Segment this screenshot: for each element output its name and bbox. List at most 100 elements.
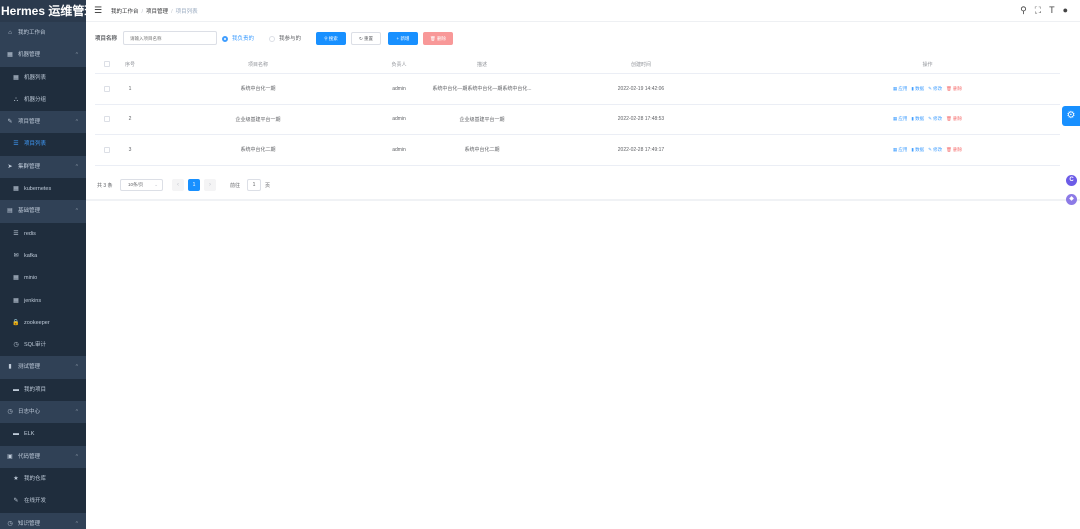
edit-action[interactable]: ✎ 修改 xyxy=(928,86,942,92)
data-action[interactable]: ▮ 数据 xyxy=(911,116,924,122)
sidebar-item-8[interactable]: ▤ 基础管理 ^ xyxy=(0,200,86,222)
chat-icon[interactable]: C xyxy=(1066,175,1077,186)
breadcrumb-item-project-mgmt[interactable]: 项目管理 xyxy=(146,9,168,15)
app-action-label: 应用 xyxy=(898,85,908,91)
sidebar-item-12[interactable]: ▦ jenkins xyxy=(0,289,86,312)
data-action[interactable]: ▮ 数据 xyxy=(911,147,924,153)
search-icon[interactable]: ⚲ xyxy=(1020,5,1027,15)
checkbox[interactable] xyxy=(104,116,110,123)
page-suffix: 页 xyxy=(265,183,271,189)
cell-created: 2022-02-28 17:48:53 xyxy=(617,116,665,123)
sidebar-item-15[interactable]: ▮ 测试管理 ^ xyxy=(0,356,86,378)
cell-desc: 系统中台化二期 xyxy=(464,147,500,154)
app-action[interactable]: ▦ 应用 xyxy=(893,116,908,122)
sidebar-item-6[interactable]: ➤ 集群管理 ^ xyxy=(0,156,86,178)
project-name-input[interactable] xyxy=(123,31,217,45)
delete-action[interactable]: 🗑 删除 xyxy=(946,116,962,122)
sidebar-item-20[interactable]: ★ 我的仓库 xyxy=(0,467,86,491)
radio-mine-label: 我负责的 xyxy=(232,36,255,42)
delete-action[interactable]: 🗑 删除 xyxy=(946,86,962,92)
sidebar-item-5[interactable]: ☰ 项目列表 xyxy=(0,133,86,156)
sidebar-item-9[interactable]: ☰ redis xyxy=(0,222,86,245)
app-action-label: 应用 xyxy=(898,116,908,122)
sidebar-item-22[interactable]: ◷ 知识管理 ^ xyxy=(0,513,86,529)
sidebar-item-10[interactable]: ✉ kafka xyxy=(0,244,86,268)
checkbox[interactable] xyxy=(104,146,110,153)
delete-button[interactable]: 🗑 删除 xyxy=(423,32,453,45)
add-button[interactable]: + 新增 xyxy=(388,32,418,45)
sidebar-menu: ⌂ 我的工作台 ▦ 机器管理 ^ ▦ 机器列表 ⛬ 机器分组 ✎ 项目管理 ^ ☰ 项目列表 ➤ 集群管理 ^ ▦… xyxy=(0,22,86,529)
select-all-cell[interactable] xyxy=(95,55,119,73)
sidebar-item-2[interactable]: ▦ 机器列表 xyxy=(0,66,86,89)
chevron-up-icon: ^ xyxy=(75,409,78,416)
table-icon: ▤ xyxy=(7,208,13,215)
sidebar-item-17[interactable]: ◷ 日志中心 ^ xyxy=(0,401,86,423)
col-owner: 负责人 xyxy=(391,61,407,68)
edit-action[interactable]: ✎ 修改 xyxy=(928,116,942,122)
font-size-icon[interactable]: T xyxy=(1049,5,1055,15)
page-size-select[interactable]: 10条/页 ⌄ xyxy=(120,179,163,191)
sidebar-item-0[interactable]: ⌂ 我的工作台 xyxy=(0,22,86,44)
reset-button[interactable]: ↻ 重置 xyxy=(351,32,381,45)
assistant-icon[interactable]: ◆ xyxy=(1066,194,1077,205)
sidebar-item-13[interactable]: 🔒 zookeeper xyxy=(0,311,86,335)
sidebar-item-14[interactable]: ◷ SQL审计 xyxy=(0,334,86,357)
breadcrumb-item-workbench[interactable]: 我的工作台 xyxy=(111,9,139,15)
sidebar-item-18[interactable]: ▬ ELK xyxy=(0,423,86,446)
delete-action-label: 删除 xyxy=(953,116,963,122)
sidebar-item-label: redis xyxy=(24,230,36,237)
pagination: 共 3 条 10条/页 ⌄ ‹ 1 › 前往 1 页 xyxy=(95,178,395,192)
data-action[interactable]: ▮ 数据 xyxy=(911,86,924,92)
page-number-current[interactable]: 1 xyxy=(188,179,200,191)
app-root: Hermes 运维管理 ⌂ 我的工作台 ▦ 机器管理 ^ ▦ 机器列表 ⛬ 机器分组 ✎ 项目管理 ^… xyxy=(0,0,1080,529)
col-desc: 描述 xyxy=(476,61,487,68)
sidebar-item-1[interactable]: ▦ 机器管理 ^ xyxy=(0,44,86,66)
next-page-button[interactable]: › xyxy=(204,179,216,191)
chevron-up-icon: ^ xyxy=(75,52,78,59)
app-action[interactable]: ▦ 应用 xyxy=(893,86,908,92)
goto-page-input[interactable]: 1 xyxy=(247,179,261,191)
sidebar-item-19[interactable]: ▣ 代码管理 ^ xyxy=(0,446,86,468)
prev-page-button[interactable]: ‹ xyxy=(172,179,184,191)
col-created: 创建时间 xyxy=(630,61,651,68)
page-size-value: 10条/页 xyxy=(128,182,144,187)
radio-mine[interactable]: 我负责的 xyxy=(222,34,254,42)
list-icon: ☰ xyxy=(13,230,19,237)
row-select-cell[interactable] xyxy=(95,105,119,135)
header-tools: ⚲ ⛶ T ● xyxy=(1012,5,1068,16)
mail-icon: ✉ xyxy=(13,252,19,259)
fullscreen-icon[interactable]: ⛶ xyxy=(1035,5,1041,15)
settings-gear-icon[interactable]: ⚙ xyxy=(1062,106,1080,126)
delete-action[interactable]: 🗑 删除 xyxy=(946,147,962,153)
search-button[interactable]: ⚲ 搜索 xyxy=(316,32,346,45)
table-row: 3 系统中台化二期 admin 系统中台化二期 2022-02-28 17:49:17 ▦… xyxy=(95,135,1060,166)
app-action-label: 应用 xyxy=(898,146,908,152)
checkbox[interactable] xyxy=(104,85,110,92)
user-icon[interactable]: ● xyxy=(1063,5,1068,15)
chevron-up-icon: ^ xyxy=(75,364,78,371)
row-select-cell[interactable] xyxy=(95,135,119,165)
sidebar-item-16[interactable]: ▬ 我的项目 xyxy=(0,378,86,402)
sidebar-item-label: kafka xyxy=(24,252,38,259)
row-actions: ▦ 应用 ▮ 数据 ✎ 修改 🗑 删除 xyxy=(825,135,1030,165)
edit-action-label: 修改 xyxy=(933,146,943,152)
checkbox[interactable] xyxy=(104,61,110,67)
sidebar-item-3[interactable]: ⛬ 机器分组 xyxy=(0,88,86,112)
sidebar-item-4[interactable]: ✎ 项目管理 ^ xyxy=(0,111,86,133)
sidebar-item-label: 项目管理 xyxy=(18,119,41,126)
dashboard-icon: ⌂ xyxy=(8,30,12,36)
radio-joined[interactable]: 我参与的 xyxy=(269,34,301,42)
data-action-label: 数据 xyxy=(915,116,925,122)
sidebar-item-21[interactable]: ✎ 在线开发 xyxy=(0,490,86,513)
cell-owner: admin xyxy=(392,116,406,123)
hamburger-icon[interactable]: ☰ xyxy=(94,5,102,16)
app-action[interactable]: ▦ 应用 xyxy=(893,147,908,153)
row-select-cell[interactable] xyxy=(95,74,119,104)
sidebar-item-label: 我的项目 xyxy=(24,386,47,393)
sidebar-item-label: SQL审计 xyxy=(24,342,47,349)
cell-created: 2022-02-19 14:42:06 xyxy=(617,85,665,92)
edit-action[interactable]: ✎ 修改 xyxy=(928,147,942,153)
sidebar-item-11[interactable]: ▦ minio xyxy=(0,267,86,290)
sidebar-item-7[interactable]: ▦ kubernetes xyxy=(0,178,86,201)
clock-icon: ◷ xyxy=(7,520,13,527)
